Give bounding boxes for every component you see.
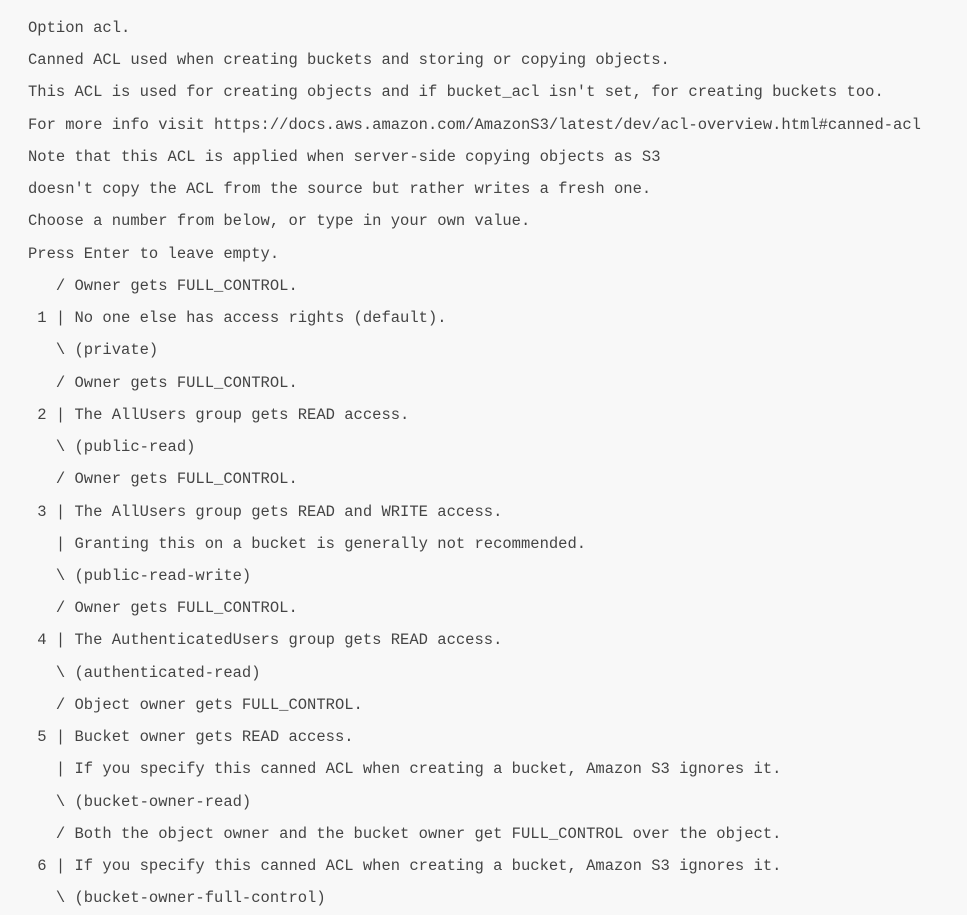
output-line: | Granting this on a bucket is generally… [28,528,967,560]
output-line: Choose a number from below, or type in y… [28,205,967,237]
output-line: 1 | No one else has access rights (defau… [28,302,967,334]
output-line: 3 | The AllUsers group gets READ and WRI… [28,496,967,528]
output-line: doesn't copy the ACL from the source but… [28,173,967,205]
output-line: Option acl. [28,12,967,44]
output-line: | If you specify this canned ACL when cr… [28,753,967,785]
output-line: 2 | The AllUsers group gets READ access. [28,399,967,431]
output-line: Note that this ACL is applied when serve… [28,141,967,173]
output-line: \ (bucket-owner-read) [28,786,967,818]
output-line: / Owner gets FULL_CONTROL. [28,270,967,302]
output-line: 6 | If you specify this canned ACL when … [28,850,967,882]
output-line: For more info visit https://docs.aws.ama… [28,109,967,141]
output-line: / Owner gets FULL_CONTROL. [28,592,967,624]
output-line: \ (authenticated-read) [28,657,967,689]
output-line: 4 | The AuthenticatedUsers group gets RE… [28,624,967,656]
output-line: / Owner gets FULL_CONTROL. [28,367,967,399]
output-line: \ (public-read-write) [28,560,967,592]
output-line: This ACL is used for creating objects an… [28,76,967,108]
output-line: Canned ACL used when creating buckets an… [28,44,967,76]
output-line: Press Enter to leave empty. [28,238,967,270]
output-line: 5 | Bucket owner gets READ access. [28,721,967,753]
output-line: \ (bucket-owner-full-control) [28,882,967,914]
output-line: / Object owner gets FULL_CONTROL. [28,689,967,721]
output-line: / Owner gets FULL_CONTROL. [28,463,967,495]
output-line: / Both the object owner and the bucket o… [28,818,967,850]
output-line: \ (private) [28,334,967,366]
terminal-output: Option acl. Canned ACL used when creatin… [28,12,967,915]
output-line: \ (public-read) [28,431,967,463]
